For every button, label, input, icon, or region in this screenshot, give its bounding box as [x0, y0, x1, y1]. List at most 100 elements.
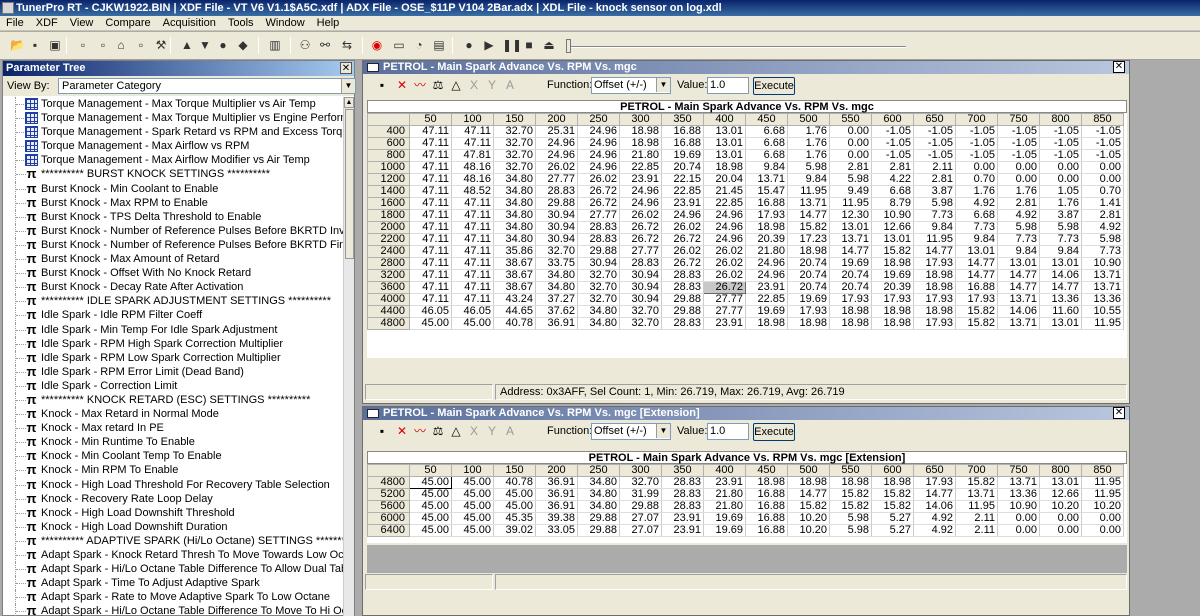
- column-header[interactable]: 250: [577, 464, 620, 477]
- table-cell[interactable]: 15.82: [955, 476, 998, 489]
- row-header[interactable]: 2200: [367, 233, 410, 246]
- table-cell[interactable]: 47.11: [451, 197, 494, 210]
- table-cell[interactable]: 20.74: [661, 161, 704, 174]
- execute-button[interactable]: Execute: [753, 423, 795, 441]
- table-cell[interactable]: 17.93: [913, 293, 956, 306]
- table-cell[interactable]: 14.77: [787, 488, 830, 501]
- table-cell[interactable]: 29.88: [577, 245, 620, 258]
- table-cell[interactable]: 47.11: [409, 257, 452, 270]
- table-cell[interactable]: 33.75: [535, 257, 578, 270]
- column-header[interactable]: 800: [1039, 464, 1082, 477]
- table-cell[interactable]: 15.82: [829, 488, 872, 501]
- balance-icon[interactable]: ⚖: [431, 78, 445, 92]
- play-icon[interactable]: ▶: [482, 38, 496, 52]
- tree-item[interactable]: π Idle Spark - RPM Low Spark Correction M…: [3, 350, 345, 365]
- table-cell[interactable]: 35.86: [493, 245, 536, 258]
- link-icon[interactable]: ⚯: [318, 38, 332, 52]
- text-icon[interactable]: A: [503, 424, 517, 438]
- table-cell[interactable]: 38.67: [493, 269, 536, 282]
- table-cell[interactable]: 45.00: [409, 476, 452, 489]
- table-cell[interactable]: 32.70: [577, 293, 620, 306]
- table-cell[interactable]: 47.11: [409, 161, 452, 174]
- table-cell[interactable]: 0.00: [1039, 173, 1082, 186]
- table-cell[interactable]: 36.91: [535, 500, 578, 513]
- tree-item[interactable]: π Knock - Max retard In PE: [3, 421, 345, 436]
- table-cell[interactable]: 0.00: [1081, 512, 1124, 525]
- tree-item[interactable]: π Burst Knock - TPS Delta Threshold to En…: [3, 209, 345, 224]
- table-cell[interactable]: 11.95: [955, 500, 998, 513]
- table-cell[interactable]: 14.77: [1039, 281, 1082, 294]
- graph-icon[interactable]: 〰: [413, 78, 427, 92]
- table-cell[interactable]: 15.82: [829, 500, 872, 513]
- gauge-icon[interactable]: ◔: [412, 38, 426, 52]
- axis-x-icon[interactable]: X: [467, 78, 481, 92]
- axis-x-icon[interactable]: X: [467, 424, 481, 438]
- tree-item[interactable]: π Knock - Min Coolant Temp To Enable: [3, 449, 345, 464]
- table-cell[interactable]: 0.00: [955, 161, 998, 174]
- column-header[interactable]: 400: [703, 113, 746, 126]
- table-cell[interactable]: 10.20: [1081, 500, 1124, 513]
- table-cell[interactable]: 13.71: [997, 317, 1040, 330]
- table-cell[interactable]: 48.16: [451, 161, 494, 174]
- table-cell[interactable]: 13.01: [1039, 317, 1082, 330]
- chevron-down-icon[interactable]: ▼: [341, 79, 355, 93]
- table-cell[interactable]: 47.11: [451, 245, 494, 258]
- table-cell[interactable]: 1.76: [787, 149, 830, 162]
- table-cell[interactable]: 0.00: [997, 512, 1040, 525]
- table-cell[interactable]: 27.77: [703, 305, 746, 318]
- table-cell[interactable]: 32.70: [619, 317, 662, 330]
- table-cell[interactable]: 47.11: [451, 125, 494, 138]
- table-cell[interactable]: 18.98: [913, 281, 956, 294]
- tree-item[interactable]: π Knock - High Load Downshift Duration: [3, 519, 345, 534]
- tree-item[interactable]: Torque Management - Max Airflow vs RPM: [3, 139, 345, 154]
- table-cell[interactable]: 28.83: [661, 488, 704, 501]
- table-cell[interactable]: 24.96: [703, 221, 746, 234]
- table-cell[interactable]: 45.00: [493, 500, 536, 513]
- table-cell[interactable]: 1.76: [787, 125, 830, 138]
- table-cell[interactable]: 0.70: [1081, 185, 1124, 198]
- table-cell[interactable]: 26.72: [703, 281, 746, 294]
- table-cell[interactable]: 6.68: [745, 149, 788, 162]
- table-cell[interactable]: 5.98: [829, 524, 872, 537]
- table-cell[interactable]: 45.00: [409, 500, 452, 513]
- table-cell[interactable]: 47.11: [409, 185, 452, 198]
- table-cell[interactable]: 16.88: [745, 488, 788, 501]
- table-cell[interactable]: 44.65: [493, 305, 536, 318]
- table-cell[interactable]: 2.11: [955, 524, 998, 537]
- table-cell[interactable]: 15.47: [745, 185, 788, 198]
- table-cell[interactable]: 22.85: [703, 197, 746, 210]
- table-cell[interactable]: 19.69: [703, 512, 746, 525]
- table-cell[interactable]: 17.93: [829, 293, 872, 306]
- table-cell[interactable]: 14.77: [955, 257, 998, 270]
- tree-item[interactable]: π Idle Spark - RPM High Spark Correction …: [3, 336, 345, 351]
- table-cell[interactable]: 16.88: [745, 512, 788, 525]
- table-cell[interactable]: 14.06: [913, 500, 956, 513]
- table-cell[interactable]: 32.70: [493, 161, 536, 174]
- table-cell[interactable]: -1.05: [955, 149, 998, 162]
- table-cell[interactable]: 47.11: [409, 281, 452, 294]
- playback-slider-track[interactable]: [566, 46, 906, 48]
- table-cell[interactable]: 17.93: [913, 257, 956, 270]
- tree-item[interactable]: π Knock - Min Runtime To Enable: [3, 435, 345, 450]
- table-cell[interactable]: 20.74: [787, 269, 830, 282]
- menu-item[interactable]: Compare: [99, 16, 156, 31]
- table-cell[interactable]: 45.00: [409, 317, 452, 330]
- table-cell[interactable]: 34.80: [577, 476, 620, 489]
- table-cell[interactable]: 47.11: [451, 221, 494, 234]
- balance-icon[interactable]: ⚖: [431, 424, 445, 438]
- table-cell[interactable]: 8.79: [871, 197, 914, 210]
- table-cell[interactable]: 10.55: [1081, 305, 1124, 318]
- column-header[interactable]: 250: [577, 113, 620, 126]
- tree-item[interactable]: π Knock - High Load Threshold For Recover…: [3, 477, 345, 492]
- table-cell[interactable]: 36.91: [535, 476, 578, 489]
- table-cell[interactable]: 18.98: [871, 257, 914, 270]
- table-cell[interactable]: 24.96: [745, 269, 788, 282]
- tree-item[interactable]: Torque Management - Max Torque Multiplie…: [3, 97, 345, 112]
- table-cell[interactable]: 9.49: [829, 185, 872, 198]
- table-cell[interactable]: 21.80: [703, 500, 746, 513]
- table-cell[interactable]: 5.98: [997, 221, 1040, 234]
- table-cell[interactable]: 24.96: [661, 209, 704, 222]
- document-icon[interactable]: ▫: [96, 38, 110, 52]
- table-cell[interactable]: 11.95: [1081, 317, 1124, 330]
- table-cell[interactable]: 0.70: [955, 173, 998, 186]
